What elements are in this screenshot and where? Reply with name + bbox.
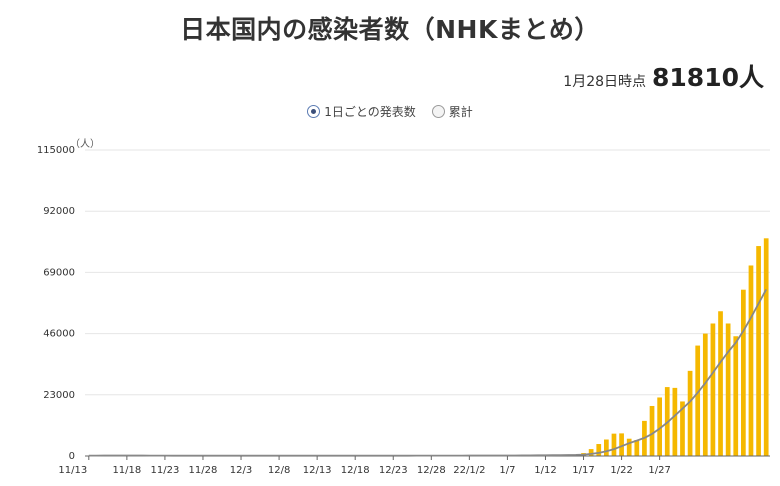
bar [763,238,769,456]
bar [604,439,609,456]
x-tick-label: 11/23 [151,465,180,476]
x-tick-label: 12/28 [417,465,446,476]
x-tick-label: 12/13 [303,465,332,476]
x-tick-label: 11/18 [112,465,141,476]
bar [687,370,693,456]
y-tick-label: 46000 [43,329,75,340]
x-tick-label: 1/12 [534,465,556,476]
bar [634,440,640,456]
x-tick-label: 1/27 [648,465,670,476]
x-tick-label: 12/8 [268,465,290,476]
x-tick-label: 1/22 [610,465,632,476]
y-tick-label: 23000 [43,390,75,401]
x-tick-label: 11/13 [58,465,87,476]
bar [741,289,746,456]
x-tick-label: 22/1/2 [453,465,485,476]
x-tick-label: 1/17 [572,465,594,476]
bar [725,323,731,456]
y-tick-label: 69000 [43,267,75,278]
x-tick-label: 12/23 [379,465,408,476]
bar [588,449,594,456]
y-unit-label: （人） [70,138,100,150]
bar [733,336,739,456]
bar [649,405,655,456]
bar [718,311,723,456]
bar [748,265,754,456]
y-tick-label: 0 [69,451,75,462]
bar [710,323,716,456]
bar [596,444,602,456]
bar [756,246,761,456]
x-tick-label: 11/28 [189,465,218,476]
x-tick-label: 1/7 [499,465,515,476]
average-line [88,288,767,457]
daily-cases-chart: 023000460006900092000115000（人）11/13 11/18… [37,138,770,476]
bar [695,345,701,456]
bar [611,433,617,456]
bar [672,387,678,456]
bar [702,333,708,456]
y-tick-label: 92000 [43,206,75,217]
x-tick-label: 12/3 [230,465,252,476]
bar [626,438,632,456]
x-tick-label: 12/18 [341,465,370,476]
